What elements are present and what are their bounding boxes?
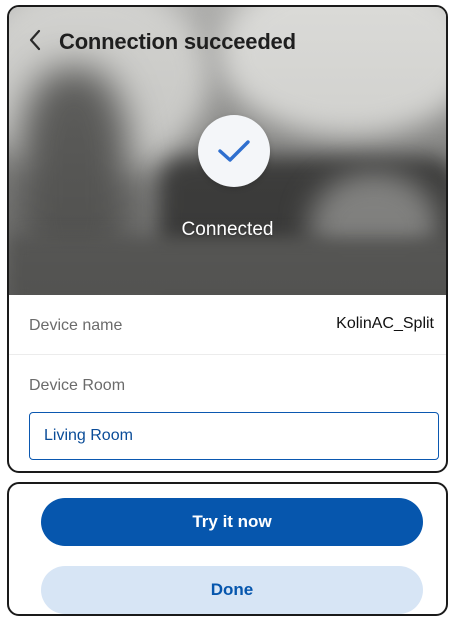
device-name-label: Device name: [29, 317, 123, 334]
device-room-label: Device Room: [29, 377, 126, 394]
status-text: Connected: [181, 219, 274, 240]
success-badge: [198, 115, 270, 187]
actions-card: Try it now Done: [7, 482, 448, 616]
device-name-row: Device name KolinAC_Split: [9, 295, 446, 355]
connection-card: Connection succeeded Connected Device na…: [7, 5, 448, 473]
checkmark-icon: [218, 140, 250, 162]
device-name-value: KolinAC_Split: [336, 315, 434, 332]
chevron-left-icon: [29, 29, 41, 51]
page-title: Connection succeeded: [59, 29, 296, 54]
done-button[interactable]: Done: [41, 566, 423, 614]
try-it-now-button[interactable]: Try it now: [41, 498, 423, 546]
back-button[interactable]: [21, 25, 49, 55]
hero-background: Connection succeeded Connected: [9, 7, 446, 295]
device-room-input[interactable]: [29, 412, 439, 460]
top-bar: Connection succeeded: [9, 7, 446, 71]
